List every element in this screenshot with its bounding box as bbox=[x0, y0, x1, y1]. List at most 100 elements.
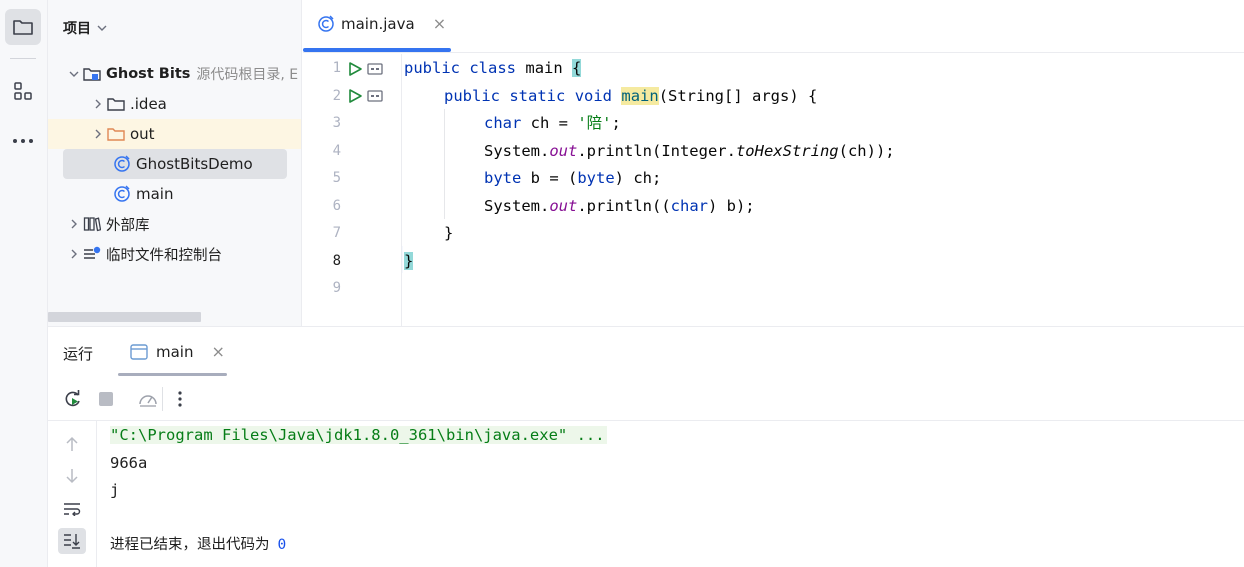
soft-wrap-icon bbox=[64, 503, 81, 516]
tree-item-label: Ghost Bits bbox=[106, 66, 191, 82]
indent-guide bbox=[444, 109, 445, 219]
profiler-button[interactable] bbox=[136, 387, 160, 411]
run-side-toolbar bbox=[48, 421, 97, 567]
line-number-current: 8 bbox=[332, 252, 341, 269]
line-number: 5 bbox=[332, 170, 341, 186]
code-line-7: } bbox=[444, 224, 454, 242]
console-exit-line: 进程已结束，退出代码为 0 bbox=[110, 537, 287, 553]
chevron-right-icon[interactable] bbox=[66, 249, 82, 259]
run-icon[interactable] bbox=[347, 88, 363, 104]
scroll-to-end-icon bbox=[64, 534, 80, 549]
gutter-actions bbox=[347, 55, 383, 83]
folder-icon bbox=[106, 94, 126, 114]
horizontal-scrollbar[interactable] bbox=[48, 312, 201, 322]
scroll-to-end-button[interactable] bbox=[58, 528, 86, 554]
code-line-4: System.out.println(Integer.toHexString(c… bbox=[484, 141, 895, 160]
gutter-actions bbox=[347, 83, 383, 111]
bookmark-icon[interactable] bbox=[367, 63, 383, 75]
tree-item-idea[interactable]: .idea bbox=[48, 89, 301, 119]
tree-item-note: 源代码根目录, E bbox=[196, 67, 299, 83]
code-line-5: byte b = (byte) ch; bbox=[484, 169, 662, 187]
structure-icon bbox=[14, 82, 32, 100]
console-line: j bbox=[110, 481, 120, 499]
run-panel-header: 运行 main × bbox=[48, 326, 1244, 377]
console-line-command: "C:\Program Files\Java\jdk1.8.0_361\bin\… bbox=[110, 426, 607, 444]
chevron-down-icon bbox=[97, 25, 107, 31]
tree-item-out[interactable]: out bbox=[48, 119, 301, 149]
more-options-button[interactable] bbox=[168, 387, 192, 411]
line-number: 9 bbox=[332, 280, 341, 296]
chevron-right-icon[interactable] bbox=[90, 129, 106, 139]
tree-item-label: 外部库 bbox=[106, 217, 150, 234]
close-icon[interactable]: × bbox=[433, 14, 446, 33]
run-tab-label: main bbox=[156, 342, 194, 361]
run-config-icon bbox=[130, 343, 148, 360]
active-run-tab-indicator bbox=[118, 373, 227, 376]
bookmark-icon[interactable] bbox=[367, 90, 383, 102]
arrow-down-icon bbox=[66, 469, 78, 484]
scroll-down-button[interactable] bbox=[58, 463, 86, 489]
project-panel-title: 项目 bbox=[63, 21, 91, 37]
strip-divider bbox=[10, 58, 36, 59]
tree-item-ghost-bits[interactable]: Ghost Bits 源代码根目录, E bbox=[48, 59, 301, 89]
code-editor[interactable]: public class main { public static void m… bbox=[403, 54, 1244, 326]
console-line: 966a bbox=[110, 453, 148, 472]
run-toolbar bbox=[48, 377, 1244, 421]
stop-button[interactable] bbox=[94, 387, 118, 411]
line-number: 6 bbox=[332, 197, 341, 214]
tree-item-label: 临时文件和控制台 bbox=[106, 247, 222, 264]
library-icon bbox=[82, 214, 102, 234]
run-panel-title: 运行 bbox=[63, 345, 94, 363]
chevron-down-icon[interactable] bbox=[66, 71, 82, 77]
arrow-up-icon bbox=[66, 436, 78, 451]
run-tab-main[interactable]: main × bbox=[130, 342, 225, 361]
tree-item-label: out bbox=[130, 125, 155, 143]
scroll-up-button[interactable] bbox=[58, 431, 86, 457]
more-vertical-icon bbox=[178, 391, 182, 407]
tree-item-external-libraries[interactable]: 外部库 bbox=[48, 209, 301, 239]
editor-tab-bar: main.java × bbox=[303, 0, 1244, 53]
structure-tool-button[interactable] bbox=[5, 73, 41, 109]
line-number: 2 bbox=[332, 87, 341, 104]
project-tool-button[interactable] bbox=[5, 9, 41, 45]
line-number: 1 bbox=[332, 60, 341, 76]
tab-main-java[interactable]: main.java × bbox=[317, 14, 446, 33]
tree-item-scratches[interactable]: 临时文件和控制台 bbox=[48, 239, 301, 269]
tree-item-ghostbitsdemo[interactable]: GhostBitsDemo bbox=[48, 149, 301, 179]
soft-wrap-button[interactable] bbox=[58, 496, 86, 522]
code-line-1: public class main { bbox=[404, 59, 582, 77]
java-class-icon bbox=[112, 184, 132, 204]
project-panel: 项目 Ghost Bits 源代码根目录, E .idea out GhostB… bbox=[48, 0, 302, 326]
project-panel-header[interactable]: 项目 bbox=[63, 18, 107, 38]
more-tools-button[interactable] bbox=[5, 123, 41, 159]
code-line-6: System.out.println((char) b); bbox=[484, 196, 755, 215]
tree-item-label: .idea bbox=[130, 95, 167, 113]
code-line-2: public static void main(String[] args) { bbox=[444, 86, 818, 105]
active-tab-indicator bbox=[303, 48, 451, 52]
close-icon[interactable]: × bbox=[211, 342, 224, 361]
chevron-right-icon[interactable] bbox=[90, 99, 106, 109]
java-class-icon bbox=[112, 154, 132, 174]
java-class-icon bbox=[318, 14, 334, 32]
folder-icon bbox=[13, 20, 33, 35]
toolbar-divider bbox=[162, 387, 163, 411]
excluded-folder-icon bbox=[106, 124, 126, 144]
scratch-icon bbox=[82, 244, 102, 264]
code-line-3: char ch = '陪'; bbox=[484, 114, 621, 132]
run-icon[interactable] bbox=[347, 61, 363, 77]
line-number: 4 bbox=[332, 142, 341, 159]
module-folder-icon bbox=[82, 64, 102, 84]
editor-gutter: 1 2 3 4 5 6 7 8 9 bbox=[303, 54, 402, 326]
line-number: 3 bbox=[332, 115, 341, 131]
tab-label: main.java bbox=[341, 14, 415, 33]
line-number: 7 bbox=[332, 225, 341, 241]
rerun-button[interactable] bbox=[61, 387, 85, 411]
chevron-right-icon[interactable] bbox=[66, 219, 82, 229]
tool-window-strip bbox=[0, 0, 48, 567]
code-line-8: } bbox=[404, 251, 414, 270]
stop-icon bbox=[99, 392, 113, 406]
more-horizontal-icon bbox=[13, 139, 33, 143]
gauge-icon bbox=[139, 395, 157, 407]
tree-item-main[interactable]: main bbox=[48, 179, 301, 209]
console-output[interactable]: "C:\Program Files\Java\jdk1.8.0_361\bin\… bbox=[97, 421, 1244, 567]
